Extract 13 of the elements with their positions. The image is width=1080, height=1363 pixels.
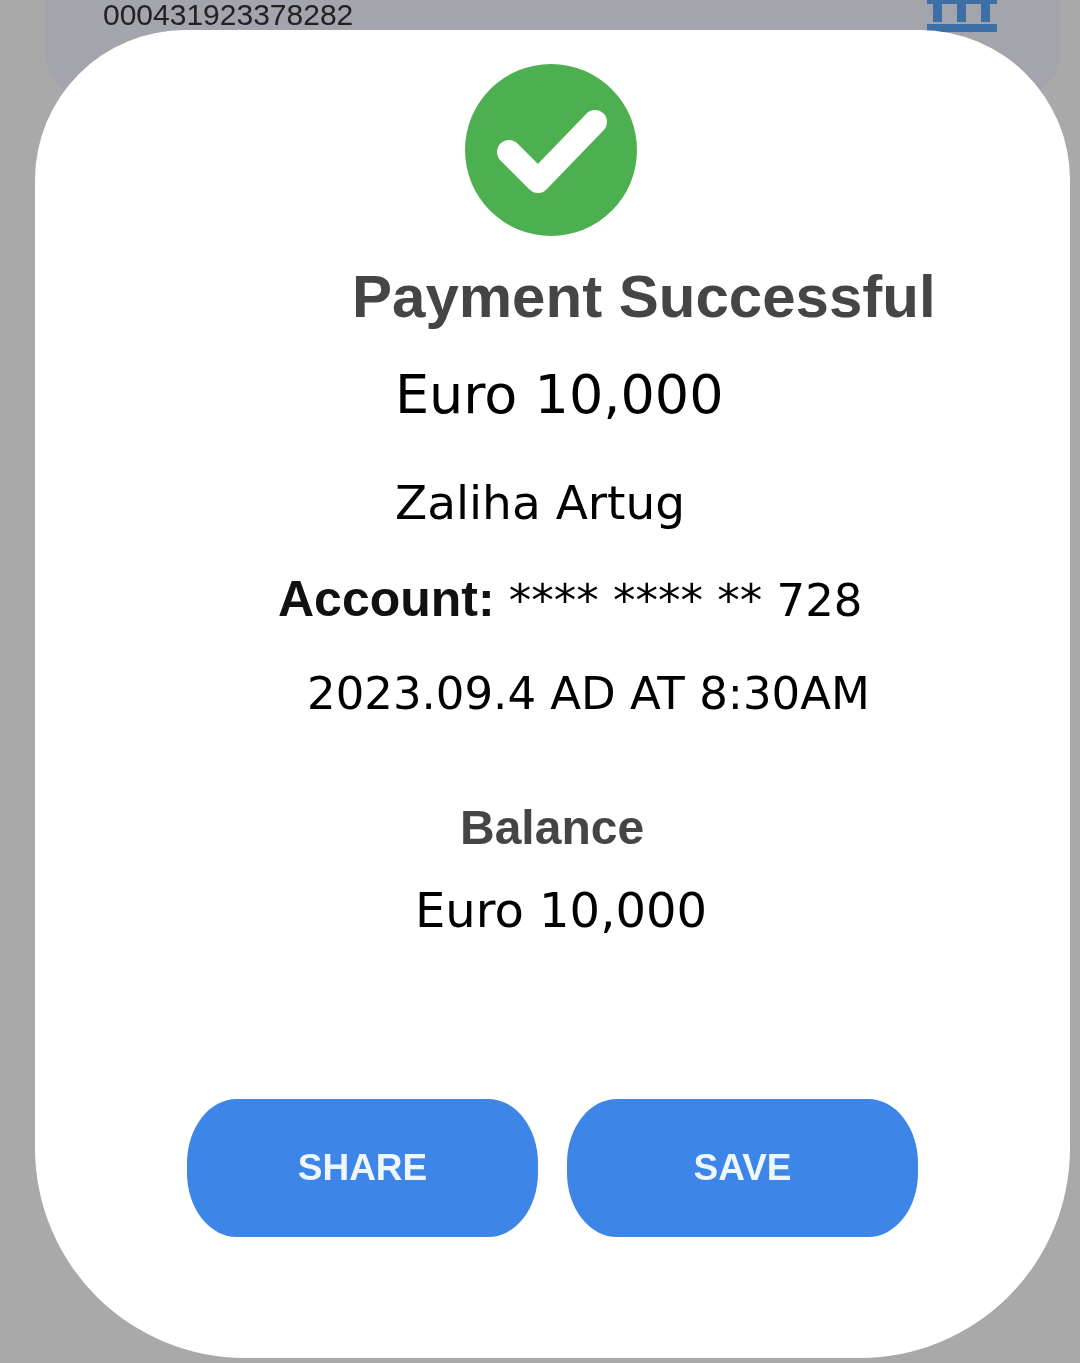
account-number: **** **** ** 728	[508, 574, 863, 629]
account-label: Account:	[278, 570, 495, 630]
action-button[interactable]: SAVE	[567, 1099, 918, 1238]
recipient-name: Zaliha Artug	[395, 474, 686, 532]
amount-text: Euro 10,000	[395, 363, 724, 428]
balance-amount: Euro 10,000	[415, 881, 707, 940]
action-button[interactable]: SHARE	[187, 1099, 538, 1238]
account-number: 000431923378282	[103, 0, 354, 30]
status-title: Payment Successful	[352, 262, 936, 332]
columns-icon	[927, 0, 997, 32]
balance-label: Balance	[460, 800, 645, 857]
check-circle-icon	[465, 64, 637, 236]
date-time-text: 2023.09.4 AD AT 8:30AM	[307, 667, 870, 722]
